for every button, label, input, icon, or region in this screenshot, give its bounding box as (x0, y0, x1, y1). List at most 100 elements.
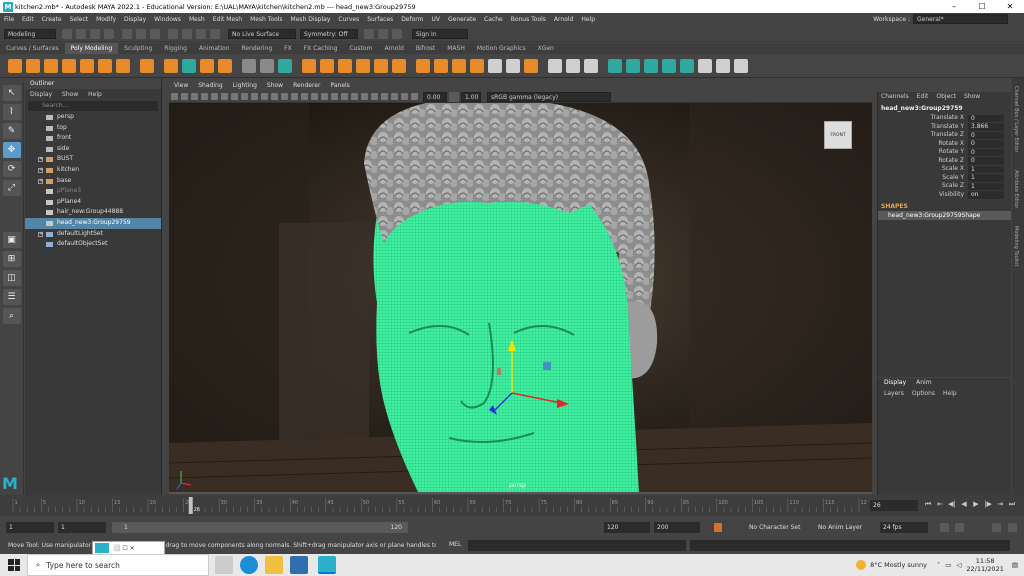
channel-row[interactable]: Translate Y 3.866 (878, 123, 1011, 132)
viewport-menu-lighting[interactable]: Lighting (228, 80, 262, 91)
menu-select[interactable]: Select (66, 13, 93, 26)
channel-value[interactable]: 0 (968, 148, 1004, 156)
undo-icon[interactable] (90, 28, 100, 39)
isolate-select-icon[interactable] (370, 93, 378, 100)
outliner-display-menu[interactable]: Display (30, 91, 52, 98)
safe-title-icon[interactable] (270, 93, 278, 100)
expand-icon[interactable]: + (38, 231, 43, 237)
maximize-button[interactable]: ☐ (968, 0, 996, 13)
playback-control-6[interactable]: ⇥ (994, 500, 1006, 509)
transfer-icon[interactable] (278, 58, 292, 73)
range-slider[interactable]: 1 120 (112, 522, 408, 533)
smooth-icon[interactable] (338, 58, 352, 73)
viewport-menu-view[interactable]: View (169, 80, 193, 91)
viewport-menu-renderer[interactable]: Renderer (288, 80, 325, 91)
playback-control-5[interactable]: |▶ (982, 500, 994, 509)
channel-value[interactable]: 0 (968, 157, 1004, 165)
shelf-tab-fx[interactable]: FX (278, 43, 298, 54)
floating-window-controls[interactable]: ⬜ ☐ ✕ (113, 545, 135, 552)
shelf-tab-bifrost[interactable]: Bifrost (410, 43, 441, 54)
poly-cube-icon[interactable] (26, 58, 40, 73)
shape-node-name[interactable]: head_new3:Group29759Shape (878, 211, 1011, 220)
save-icon[interactable] (76, 28, 86, 39)
menu-generate[interactable]: Generate (444, 13, 480, 26)
xray-joints-icon[interactable] (390, 93, 398, 100)
shelf-tab-arnold[interactable]: Arnold (378, 43, 409, 54)
weather-text[interactable]: 8°C Mostly sunny (870, 561, 927, 569)
outliner-item[interactable]: + BUST (25, 154, 161, 165)
viewport-menu-shading[interactable]: Shading (193, 80, 227, 91)
shelf-tab-motion-graphics[interactable]: Motion Graphics (471, 43, 532, 54)
anim-layer-field[interactable]: No Anim Layer (815, 522, 875, 533)
side-tab-attribute-editor[interactable]: Attribute Editor (1013, 170, 1019, 208)
poly-cylinder-icon[interactable] (44, 58, 58, 73)
manipulator-plane-handle[interactable] (543, 362, 551, 370)
side-tab-channel-box[interactable]: Channel Box / Layer Editor (1013, 86, 1019, 153)
wireframe-icon[interactable] (280, 93, 288, 100)
mel-label[interactable]: MEL (449, 541, 461, 548)
playback-start-field[interactable]: 1 (58, 522, 106, 533)
sound-icon[interactable] (955, 523, 964, 532)
menu-cache[interactable]: Cache (480, 13, 507, 26)
outliner-item[interactable]: front (25, 133, 161, 144)
bridge-icon[interactable] (434, 58, 448, 73)
poly-cone-icon[interactable] (62, 58, 76, 73)
channel-row[interactable]: Visibility on (878, 191, 1011, 200)
uv-sew-icon[interactable] (716, 58, 730, 73)
poke-face-icon[interactable] (524, 58, 538, 73)
separate-icon[interactable] (320, 58, 334, 73)
shelf-tab-curves-surfaces[interactable]: Curves / Surfaces (0, 43, 65, 54)
menu-display[interactable]: Display (120, 13, 150, 26)
motion-blur-icon[interactable] (350, 93, 358, 100)
edge-loop-icon[interactable] (584, 58, 598, 73)
use-all-lights-icon[interactable] (320, 93, 328, 100)
boolean-icon[interactable] (356, 58, 370, 73)
outliner-show-menu[interactable]: Show (62, 91, 78, 98)
knife-icon[interactable] (548, 58, 562, 73)
menu-bonus-tools[interactable]: Bonus Tools (507, 13, 550, 26)
channel-value[interactable]: on (968, 191, 1004, 199)
live-surface-field[interactable]: No Live Surface (228, 28, 296, 39)
snap-curve-icon[interactable] (182, 28, 192, 39)
anim-prefs-icon[interactable] (992, 523, 1001, 532)
paint-select-tool-icon[interactable]: ✎ (2, 123, 21, 139)
outliner-item[interactable]: top (25, 123, 161, 134)
select-camera-icon[interactable] (170, 93, 178, 100)
channel-row[interactable]: Scale Y 1 (878, 174, 1011, 183)
snap-plane-icon[interactable] (210, 28, 220, 39)
xray-icon[interactable] (380, 93, 388, 100)
menu-edit[interactable]: Edit (18, 13, 38, 26)
append-polygon-icon[interactable] (488, 58, 502, 73)
clock[interactable]: 11:58 22/11/2021 (966, 557, 1003, 573)
two-pane-layout-icon[interactable]: ◫ (2, 270, 21, 286)
character-set-field[interactable]: No Character Set (746, 522, 806, 533)
taskbar-search-input[interactable]: ⌕ Type here to search (27, 554, 209, 576)
viewport-3d[interactable]: FRONT persp (169, 103, 872, 494)
layers-help-menu[interactable]: Help (943, 388, 957, 399)
playback-control-4[interactable]: ▶ (970, 500, 982, 509)
channel-value[interactable]: 1 (968, 174, 1004, 182)
menu-arnold[interactable]: Arnold (550, 13, 577, 26)
snap-point-icon[interactable] (196, 28, 206, 39)
loop-icon[interactable] (940, 523, 949, 532)
select-hierarchy-icon[interactable] (122, 28, 132, 39)
playback-control-2[interactable]: ◀| (946, 500, 958, 509)
redo-icon[interactable] (104, 28, 114, 39)
playhead[interactable] (188, 497, 193, 514)
outliner-item[interactable]: pPlane3 (25, 186, 161, 197)
shadows-icon[interactable] (330, 93, 338, 100)
menu-uv[interactable]: UV (428, 13, 445, 26)
exposure-field[interactable]: 0.00 (423, 91, 447, 102)
super-shape-icon[interactable] (164, 58, 178, 73)
outliner-help-menu[interactable]: Help (88, 91, 102, 98)
file-explorer-icon[interactable] (265, 556, 283, 574)
uv-editor-icon[interactable] (260, 58, 274, 73)
menu-file[interactable]: File (0, 13, 18, 26)
lasso-tool-icon[interactable]: ⌇ (2, 104, 21, 120)
auto-key-icon[interactable] (714, 523, 722, 532)
color-space-dropdown[interactable]: sRGB gamma (legacy) (487, 91, 611, 102)
mirror-icon[interactable] (374, 58, 388, 73)
poly-torus-icon[interactable] (80, 58, 94, 73)
playback-control-3[interactable]: ◀ (958, 500, 970, 509)
playback-control-1[interactable]: ⇤ (934, 500, 946, 509)
